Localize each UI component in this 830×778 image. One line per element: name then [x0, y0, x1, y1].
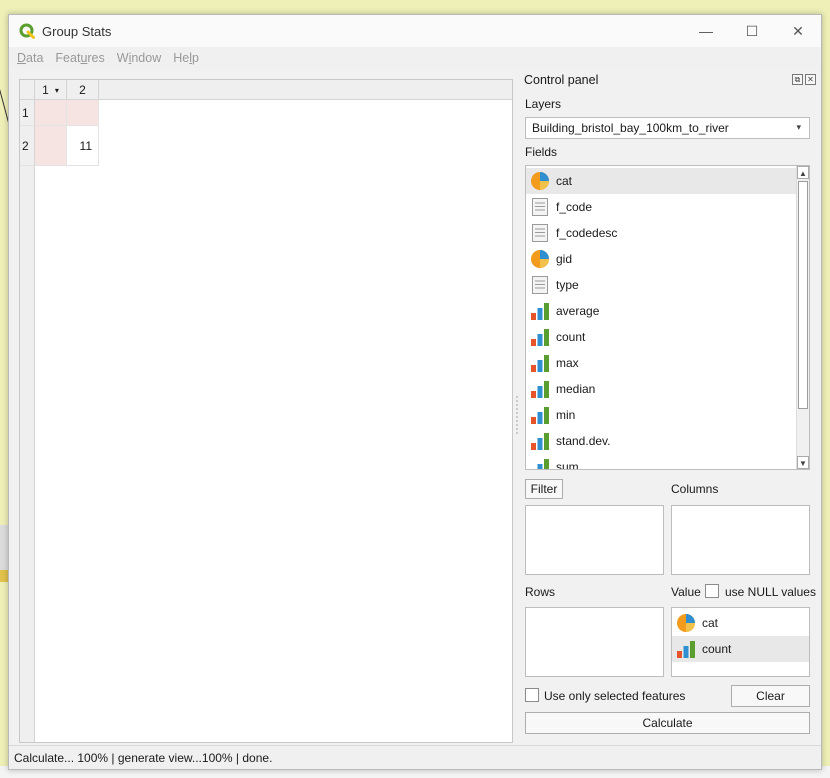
menu-window[interactable]: Window: [117, 51, 161, 65]
field-name: max: [556, 356, 579, 370]
field-item-cat[interactable]: cat: [526, 168, 798, 194]
filter-button[interactable]: Filter: [525, 479, 563, 499]
field-item-f-codedesc[interactable]: f_codedesc: [526, 220, 798, 246]
field-name: gid: [556, 252, 573, 266]
minimize-button[interactable]: —: [683, 15, 729, 47]
table-cell[interactable]: [67, 100, 99, 126]
use-null-values-label: use NULL values: [725, 585, 816, 599]
bar-chart-icon: [531, 303, 549, 320]
layers-combobox[interactable]: Building_bristol_bay_100km_to_river ▾: [525, 117, 810, 139]
columns-label: Columns: [671, 482, 719, 496]
status-bar: Calculate... 100% | generate view...100%…: [9, 745, 821, 769]
scrollbar-thumb[interactable]: [798, 181, 808, 409]
maximize-button[interactable]: ☐: [729, 15, 775, 47]
bar-chart-icon: [531, 329, 549, 346]
clear-button[interactable]: Clear: [731, 685, 810, 707]
scroll-up-arrow-icon[interactable]: ▲: [797, 166, 809, 179]
rows-drop-box[interactable]: [525, 607, 664, 677]
field-item-type[interactable]: type: [526, 272, 798, 298]
sort-down-icon: ▾: [54, 85, 59, 95]
field-item-gid[interactable]: gid: [526, 246, 798, 272]
field-name: count: [556, 330, 586, 344]
group-stats-window: Group Stats — ☐ ✕ Data Features Window H…: [8, 14, 822, 770]
result-table[interactable]: 1 ▾ 2 1 2 11: [19, 79, 513, 743]
menu-features[interactable]: Features: [55, 51, 104, 65]
field-item-f-code[interactable]: f_code: [526, 194, 798, 220]
chevron-down-icon: ▾: [796, 122, 801, 132]
field-item-count[interactable]: count: [526, 324, 798, 350]
close-panel-icon[interactable]: ✕: [805, 74, 816, 85]
pie-icon: [531, 172, 549, 190]
field-name: f_code: [556, 200, 593, 214]
text-field-icon: [532, 198, 548, 216]
columns-drop-box[interactable]: [671, 505, 810, 575]
menu-bar: Data Features Window Help: [9, 47, 821, 69]
field-name: f_codedesc: [556, 226, 618, 240]
value-item-label: cat: [702, 616, 719, 630]
field-name: cat: [556, 174, 573, 188]
window-title: Group Stats: [42, 23, 112, 39]
row-header[interactable]: 1: [20, 100, 35, 126]
window-controls: — ☐ ✕: [683, 15, 821, 47]
use-null-values-checkbox[interactable]: [705, 584, 719, 598]
bar-chart-icon: [531, 407, 549, 424]
selected-features-label: Use only selected features: [544, 689, 686, 703]
field-item-stand-dev-[interactable]: stand.dev.: [526, 428, 798, 454]
float-panel-icon[interactable]: ⧉: [792, 74, 803, 85]
scroll-down-arrow-icon[interactable]: ▼: [797, 456, 809, 469]
fields-scrollbar[interactable]: ▲ ▼: [796, 166, 809, 469]
column-header[interactable]: 2: [67, 80, 99, 100]
rows-label: Rows: [525, 585, 556, 599]
filter-drop-box[interactable]: [525, 505, 664, 575]
value-item-cat[interactable]: cat: [672, 610, 809, 636]
fields-label: Fields: [525, 145, 558, 159]
selected-features-checkbox[interactable]: [525, 688, 539, 702]
field-item-min[interactable]: min: [526, 402, 798, 428]
field-name: sum: [556, 460, 579, 470]
close-button[interactable]: ✕: [775, 15, 821, 47]
field-name: type: [556, 278, 579, 292]
table-cell[interactable]: 11: [67, 126, 99, 166]
menu-data[interactable]: Data: [17, 51, 43, 65]
calculate-button[interactable]: Calculate: [525, 712, 810, 734]
qgis-logo-icon: [19, 23, 35, 39]
text-field-icon: [532, 276, 548, 294]
status-text: Calculate... 100% | generate view...100%…: [14, 750, 273, 765]
table-header: 1 ▾ 2: [20, 80, 512, 100]
pie-icon: [531, 250, 549, 268]
bar-chart-icon: [677, 641, 695, 658]
table-corner[interactable]: [20, 80, 35, 100]
value-item-count[interactable]: count: [672, 636, 809, 662]
control-panel-title: Control panel: [524, 73, 599, 87]
field-item-max[interactable]: max: [526, 350, 798, 376]
row-header-column: [20, 100, 35, 742]
field-item-sum[interactable]: sum: [526, 454, 798, 470]
field-name: average: [556, 304, 600, 318]
value-item-label: count: [702, 642, 732, 656]
bar-chart-icon: [537, 459, 549, 469]
value-drop-box[interactable]: cat count: [671, 607, 810, 677]
text-field-icon: [532, 224, 548, 242]
fields-list[interactable]: sum stand.dev. min median max count average typ…: [525, 165, 810, 470]
pie-icon: [677, 614, 695, 632]
bar-chart-icon: [531, 355, 549, 372]
value-label: Value: [671, 585, 701, 599]
bar-chart-icon: [531, 433, 549, 450]
table-cell[interactable]: [35, 100, 67, 126]
column-header[interactable]: 1 ▾: [35, 80, 67, 100]
title-bar[interactable]: Group Stats — ☐ ✕: [9, 15, 821, 47]
field-item-average[interactable]: average: [526, 298, 798, 324]
field-item-median[interactable]: median: [526, 376, 798, 402]
menu-help[interactable]: Help: [173, 51, 199, 65]
row-header[interactable]: 2: [20, 126, 35, 166]
table-cell[interactable]: [35, 126, 67, 166]
field-name: min: [556, 408, 576, 422]
field-name: stand.dev.: [556, 434, 611, 448]
bar-chart-icon: [531, 381, 549, 398]
field-name: median: [556, 382, 596, 396]
panel-splitter-handle[interactable]: [515, 395, 519, 435]
layers-label: Layers: [525, 97, 562, 111]
